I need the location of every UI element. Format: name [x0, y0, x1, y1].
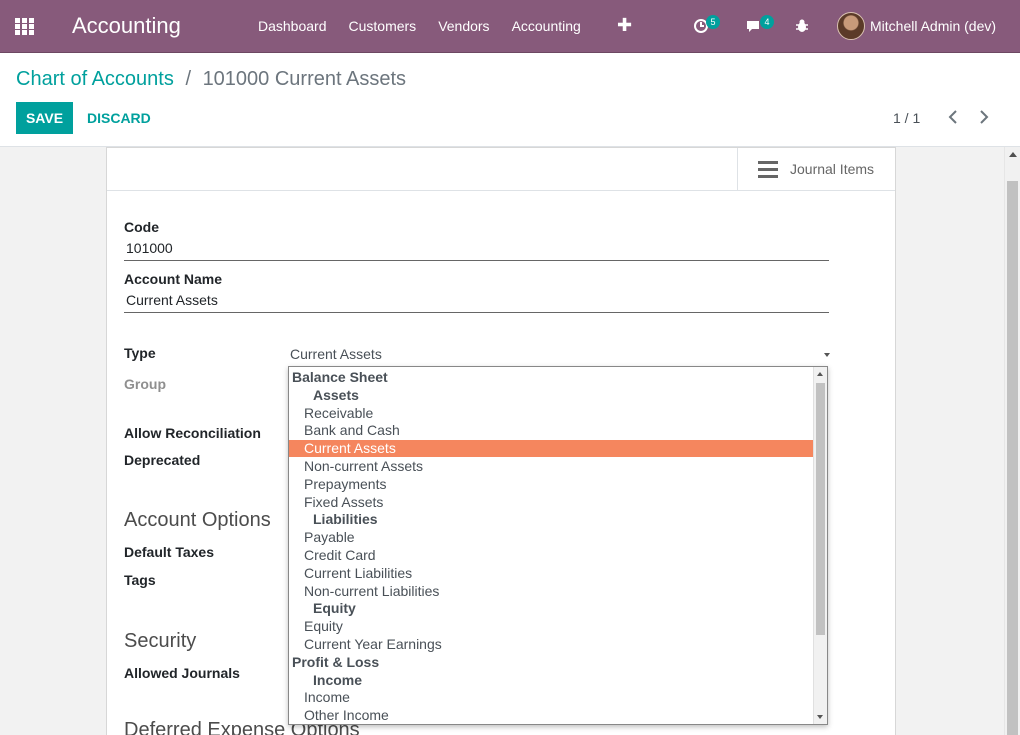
- user-name[interactable]: Mitchell Admin (dev): [870, 18, 996, 34]
- button-box: Journal Items: [107, 148, 895, 191]
- group-label: Group: [124, 376, 166, 392]
- plus-icon[interactable]: ✚: [617, 15, 632, 36]
- option-non-current-assets[interactable]: Non-current Assets: [289, 458, 813, 475]
- scroll-up-arrow-icon[interactable]: [817, 372, 823, 376]
- apps-menu-icon[interactable]: [15, 18, 35, 36]
- optgroup-assets: Assets: [313, 387, 359, 403]
- list-icon: [758, 161, 778, 178]
- journal-items-label: Journal Items: [790, 161, 875, 177]
- option-credit-card[interactable]: Credit Card: [289, 547, 813, 564]
- pager-previous-icon[interactable]: [948, 108, 958, 129]
- tags-label: Tags: [124, 572, 156, 588]
- option-current-assets[interactable]: Current Assets: [289, 440, 813, 457]
- menu-vendors[interactable]: Vendors: [438, 18, 489, 34]
- control-panel: Chart of Accounts / 101000 Current Asset…: [0, 53, 1020, 147]
- code-input[interactable]: 101000: [124, 237, 829, 261]
- user-avatar[interactable]: [837, 12, 865, 40]
- caret-down-icon: [824, 353, 830, 357]
- app-title[interactable]: Accounting: [72, 13, 181, 39]
- menu-customers[interactable]: Customers: [349, 18, 417, 34]
- optgroup-balance-sheet: Balance Sheet: [292, 369, 388, 385]
- top-navbar: Accounting Dashboard Customers Vendors A…: [0, 0, 1020, 53]
- breadcrumb-separator: /: [185, 68, 191, 90]
- scroll-down-arrow-icon[interactable]: [817, 715, 823, 719]
- option-bank-and-cash[interactable]: Bank and Cash: [289, 422, 813, 439]
- option-non-current-liabilities[interactable]: Non-current Liabilities: [289, 583, 813, 600]
- dropdown-scrollbar[interactable]: [813, 367, 827, 724]
- page-scroll-thumb[interactable]: [1007, 181, 1018, 735]
- account-name-label: Account Name: [124, 271, 223, 287]
- messages-badge: 4: [760, 15, 774, 29]
- menu-dashboard[interactable]: Dashboard: [258, 18, 327, 34]
- type-select-value: Current Assets: [290, 346, 382, 362]
- type-select[interactable]: Current Assets: [290, 346, 830, 366]
- breadcrumb-chart-of-accounts[interactable]: Chart of Accounts: [16, 68, 174, 90]
- breadcrumb-current: 101000 Current Assets: [202, 68, 407, 90]
- allow-reconciliation-label: Allow Reconciliation: [124, 425, 261, 441]
- activity-badge: 5: [706, 15, 720, 29]
- menu-accounting[interactable]: Accounting: [512, 18, 581, 34]
- option-equity[interactable]: Equity: [289, 618, 813, 635]
- account-options-title: Account Options: [124, 509, 271, 531]
- dropdown-scroll-thumb[interactable]: [816, 383, 825, 635]
- discard-button[interactable]: DISCARD: [87, 110, 151, 126]
- option-prepayments[interactable]: Prepayments: [289, 476, 813, 493]
- security-title: Security: [124, 630, 197, 652]
- allowed-journals-label: Allowed Journals: [124, 665, 240, 681]
- type-label: Type: [124, 345, 156, 361]
- save-button[interactable]: SAVE: [16, 102, 73, 134]
- option-receivable[interactable]: Receivable: [289, 405, 813, 422]
- bug-icon[interactable]: [794, 18, 810, 34]
- pager-value: 1 / 1: [893, 110, 921, 126]
- optgroup-profit-loss: Profit & Loss: [292, 654, 380, 670]
- account-name-input[interactable]: Current Assets: [124, 289, 829, 313]
- option-other-income[interactable]: Other Income: [289, 707, 813, 724]
- breadcrumb: Chart of Accounts / 101000 Current Asset…: [16, 68, 406, 91]
- page-scroll-up-icon[interactable]: [1009, 152, 1017, 157]
- option-current-liabilities[interactable]: Current Liabilities: [289, 565, 813, 582]
- option-current-year-earnings[interactable]: Current Year Earnings: [289, 636, 813, 653]
- optgroup-liabilities: Liabilities: [313, 511, 378, 527]
- code-label: Code: [124, 219, 159, 235]
- pager-next-icon[interactable]: [979, 108, 989, 129]
- option-fixed-assets[interactable]: Fixed Assets: [289, 494, 813, 511]
- optgroup-equity: Equity: [313, 600, 356, 616]
- default-taxes-label: Default Taxes: [124, 544, 214, 560]
- optgroup-income: Income: [313, 672, 363, 688]
- option-payable[interactable]: Payable: [289, 529, 813, 546]
- deprecated-label: Deprecated: [124, 452, 201, 468]
- page-scrollbar[interactable]: [1004, 147, 1020, 735]
- option-income[interactable]: Income: [289, 689, 813, 706]
- type-dropdown-list[interactable]: Balance Sheet Assets Receivable Bank and…: [288, 366, 828, 725]
- main-menu: Dashboard Customers Vendors Accounting: [258, 18, 603, 34]
- journal-items-button[interactable]: Journal Items: [737, 148, 895, 190]
